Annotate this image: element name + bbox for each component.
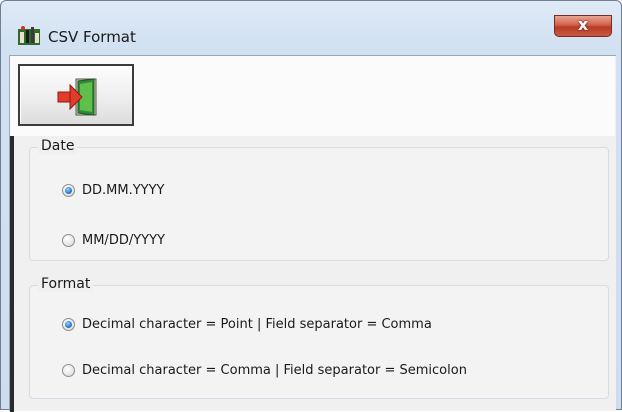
radio-format-point-comma[interactable]: Decimal character = Point | Field separa… [62, 314, 432, 334]
date-group-label: Date [38, 138, 78, 154]
radio-indicator[interactable] [62, 317, 75, 331]
exit-door-icon [57, 78, 97, 116]
radio-label: Decimal character = Point | Field separa… [82, 316, 432, 332]
format-groupbox [29, 285, 609, 399]
radio-format-comma-semicolon[interactable]: Decimal character = Comma | Field separa… [62, 360, 467, 380]
radio-label: DD.MM.YYYY [82, 182, 165, 198]
title-bar[interactable]: CSV Format x [1, 1, 621, 55]
close-button[interactable]: x [554, 15, 612, 37]
radio-date-ddmmyyyy[interactable]: DD.MM.YYYY [62, 180, 164, 200]
window-title: CSV Format [48, 28, 136, 46]
exit-button[interactable] [18, 64, 134, 126]
radio-indicator[interactable] [62, 183, 75, 197]
radio-label: MM/DD/YYYY [82, 232, 165, 248]
dialog-client-area: Date DD.MM.YYYY MM/DD/YYYY Format Decima… [9, 55, 616, 412]
csv-format-app-icon [18, 26, 40, 45]
toolbar [10, 56, 615, 136]
radio-label: Decimal character = Comma | Field separa… [82, 362, 467, 378]
close-icon: x [577, 15, 589, 34]
radio-indicator[interactable] [62, 233, 75, 247]
radio-date-mmddyyyy[interactable]: MM/DD/YYYY [62, 230, 165, 250]
csv-format-window: CSV Format x Date DD.MM.YYYY MM/DD/YYYY … [0, 0, 622, 412]
radio-indicator[interactable] [62, 363, 75, 377]
format-group-label: Format [38, 276, 94, 292]
left-border [10, 136, 14, 412]
